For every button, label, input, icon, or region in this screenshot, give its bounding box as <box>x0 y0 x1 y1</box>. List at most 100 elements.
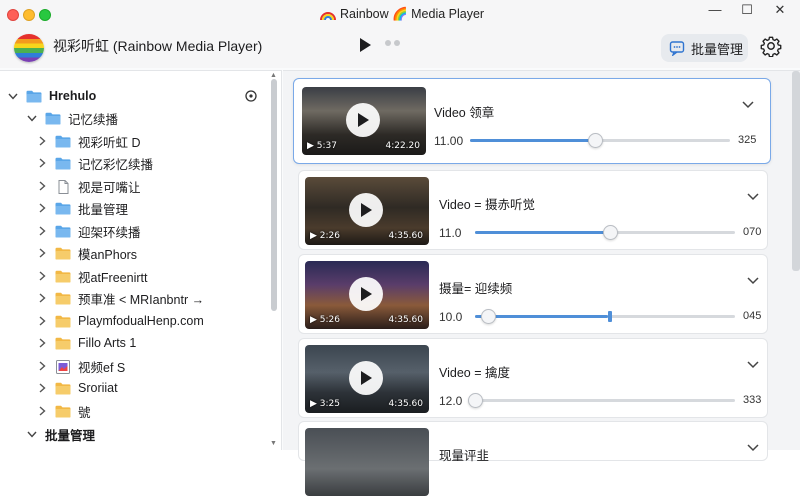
video-card[interactable]: ▶ 5:37 4:22.20 Video 领章 11.00 325 <box>293 78 771 164</box>
slider-knob[interactable] <box>481 309 496 324</box>
folder-icon <box>55 292 71 305</box>
play-overlay-icon[interactable] <box>349 361 383 395</box>
maximize-icon[interactable]: ☐ <box>737 2 757 18</box>
close-icon[interactable]: ✕ <box>770 2 790 18</box>
play-overlay-icon[interactable] <box>346 103 380 137</box>
sidebar-item[interactable]: Fillo Arts 1 <box>37 332 136 354</box>
chevron-right-icon[interactable] <box>37 248 47 258</box>
video-thumbnail[interactable]: ▶ 2:26 4:35.60 <box>305 177 429 245</box>
slider-knob[interactable] <box>468 393 483 408</box>
play-overlay-icon[interactable] <box>349 193 383 227</box>
main-scrollbar[interactable] <box>792 71 800 271</box>
chevron-down-icon[interactable] <box>747 361 759 369</box>
chevron-right-icon[interactable] <box>37 383 47 393</box>
video-thumbnail[interactable]: ▶ 3:25 4:35.60 <box>305 345 429 413</box>
sidebar-item[interactable]: 视频ef S <box>37 355 125 377</box>
playback-slider[interactable] <box>475 309 735 324</box>
chevron-right-icon[interactable] <box>37 203 47 213</box>
end-value: 325 <box>738 134 757 146</box>
scroll-down-arrow[interactable]: ▼ <box>270 440 277 447</box>
slider-marker[interactable] <box>607 311 612 322</box>
start-value: 11.0 <box>439 226 462 240</box>
batch-manage-label: 批量管理 <box>691 41 744 57</box>
sidebar-item[interactable]: 號 <box>37 400 91 422</box>
sidebar-item[interactable]: 视彩听虹 D <box>37 130 141 152</box>
page-dot[interactable] <box>394 40 400 46</box>
sidebar-item-label: 记忆彩忆续播 <box>78 157 154 172</box>
chevron-right-icon[interactable] <box>37 181 47 191</box>
playback-slider[interactable] <box>468 393 735 408</box>
video-card[interactable]: 现量评韭 <box>298 421 768 496</box>
chevron-right-icon[interactable] <box>37 226 47 236</box>
video-card[interactable]: ▶ 2:26 4:35.60 Video = 摄赤听觉 11.0 070 <box>298 170 768 250</box>
thumb-duration: 4:35.60 <box>388 315 423 325</box>
minimize-icon[interactable]: — <box>705 2 725 17</box>
chevron-down-icon[interactable] <box>27 113 37 123</box>
chevron-down-icon[interactable] <box>747 444 759 452</box>
chevron-down-icon[interactable] <box>27 429 37 439</box>
sidebar-item[interactable]: 视是可嘴让 <box>37 175 141 197</box>
playback-slider[interactable] <box>470 133 730 148</box>
video-card[interactable]: ▶ 3:25 4:35.60 Video = 擒度 12.0 333 <box>298 338 768 418</box>
chevron-down-icon[interactable] <box>747 277 759 285</box>
sidebar: Hrehulo 记忆续播 视彩听虹 D 记忆彩忆续播 视是可嘴让 批量管理 迎架环续播 模an… <box>0 70 282 450</box>
minimize-window-button[interactable] <box>23 9 35 21</box>
page-dot[interactable] <box>385 40 391 46</box>
sidebar-item-label: 视频ef S <box>78 360 126 375</box>
sidebar-item-label: Hrehulo <box>49 89 97 103</box>
chevron-right-icon[interactable] <box>37 136 47 146</box>
play-icon[interactable] <box>357 36 373 54</box>
video-thumbnail[interactable]: ▶ 5:26 4:35.60 <box>305 261 429 329</box>
page-dots <box>385 40 400 46</box>
close-window-button[interactable] <box>7 9 19 21</box>
play-overlay-icon[interactable] <box>349 277 383 311</box>
file-icon <box>55 179 71 194</box>
folder-icon <box>55 135 71 148</box>
chevron-right-icon[interactable] <box>37 338 47 348</box>
sidebar-item-label: 视彩听虹 D <box>78 135 141 150</box>
sidebar-item[interactable]: 记忆彩忆续播 <box>37 152 153 174</box>
window-title: Rainbow 🌈 Media Player <box>320 5 484 23</box>
slider-knob[interactable] <box>587 133 603 148</box>
chevron-down-icon[interactable] <box>747 193 759 201</box>
thumb-duration: 4:35.60 <box>388 231 423 241</box>
video-thumbnail[interactable] <box>305 428 429 496</box>
sidebar-item[interactable]: 迎架环续播 <box>37 220 141 242</box>
sidebar-item[interactable]: 模anPhors <box>37 242 137 264</box>
chevron-down-icon[interactable] <box>8 91 18 101</box>
sidebar-item[interactable]: Hrehulo <box>8 85 96 107</box>
scroll-up-arrow[interactable]: ▲ <box>270 72 277 79</box>
folder-icon <box>55 382 71 395</box>
sidebar-item[interactable]: 批量管理 <box>37 197 128 219</box>
video-card[interactable]: ▶ 5:26 4:35.60 摄量= 迎续频 10.0 045 <box>298 254 768 334</box>
folder-icon <box>55 405 71 418</box>
zoom-window-button[interactable] <box>39 9 51 21</box>
sidebar-item[interactable]: Sroriiat <box>37 377 118 399</box>
sidebar-item[interactable]: 预車准 < MRIanbntr → <box>37 287 204 309</box>
batch-manage-button[interactable]: 批量管理 <box>661 34 748 62</box>
sidebar-item-label: 模anPhors <box>78 247 138 262</box>
sidebar-item[interactable]: 批量管理 <box>27 423 95 445</box>
slider-knob[interactable] <box>603 225 619 240</box>
chevron-down-icon[interactable] <box>742 101 754 109</box>
start-value: 10.0 <box>439 310 463 324</box>
title-bar: Rainbow 🌈 Media Player — ☐ ✕ <box>0 0 800 26</box>
chevron-right-icon[interactable] <box>37 271 47 281</box>
video-thumbnail[interactable]: ▶ 5:37 4:22.20 <box>302 87 426 155</box>
sidebar-item[interactable]: PlaymfodualHenp.com <box>37 310 204 332</box>
sidebar-item[interactable]: 视atFreenirtt <box>37 265 147 287</box>
sidebar-item-label: 迎架环续播 <box>78 225 141 240</box>
playback-slider[interactable] <box>475 225 735 240</box>
chevron-right-icon[interactable] <box>37 316 47 326</box>
refresh-icon[interactable] <box>244 89 258 103</box>
sidebar-scrollbar[interactable] <box>271 79 277 311</box>
sidebar-item-label: 批量管理 <box>45 428 96 443</box>
sidebar-item-label: 號 <box>78 405 91 420</box>
chevron-right-icon[interactable] <box>37 158 47 168</box>
chevron-right-icon[interactable] <box>37 406 47 416</box>
chevron-right-icon[interactable] <box>37 361 47 371</box>
gear-icon[interactable] <box>760 35 782 57</box>
chevron-right-icon[interactable] <box>37 293 47 303</box>
sidebar-item[interactable]: 记忆续播 <box>27 107 118 129</box>
folder-icon <box>55 202 71 215</box>
